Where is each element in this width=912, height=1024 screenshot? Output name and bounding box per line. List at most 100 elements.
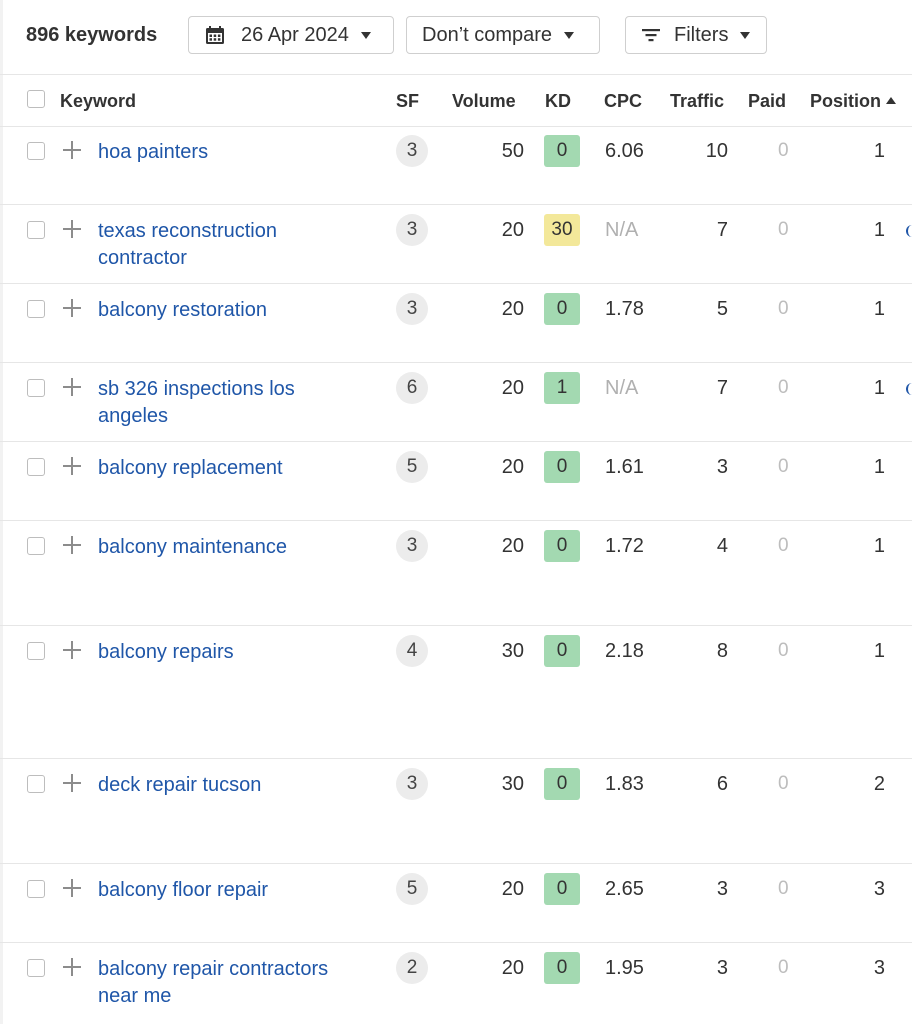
volume-value: 20 — [501, 878, 524, 900]
position-value: 3 — [873, 878, 885, 900]
add-keyword-icon[interactable] — [62, 456, 82, 476]
keyword-link[interactable]: balcony floor repair — [98, 877, 348, 904]
traffic-value[interactable]: 3 — [680, 878, 728, 901]
keyword-link[interactable]: deck repair tucson — [98, 772, 348, 799]
add-keyword-icon[interactable] — [62, 957, 82, 977]
keyword-link[interactable]: balcony maintenance — [98, 534, 348, 561]
calendar-icon — [206, 26, 224, 44]
paid-value: 0 — [778, 878, 789, 899]
keyword-link[interactable]: balcony repairs — [98, 639, 348, 666]
traffic-value[interactable]: 4 — [680, 535, 728, 558]
add-keyword-icon[interactable] — [62, 377, 82, 397]
column-paid[interactable]: Paid — [748, 91, 786, 112]
table-header: Keyword SF Volume KD CPC Traffic Paid Po… — [0, 74, 912, 127]
volume-value: 30 — [501, 640, 524, 662]
table-row: balcony maintenance 3 20 0 1.72 4 0 1 — [0, 521, 912, 626]
column-volume[interactable]: Volume — [452, 91, 516, 112]
sf-badge[interactable]: 3 — [396, 135, 428, 167]
row-checkbox[interactable] — [27, 379, 45, 397]
cpc-value: N/A — [605, 219, 639, 241]
kd-badge: 0 — [544, 135, 580, 167]
traffic-value[interactable]: 7 — [680, 219, 728, 242]
cpc-value: 1.95 — [605, 957, 644, 979]
serp-indicator-icon — [906, 225, 912, 237]
position-value: 1 — [873, 535, 885, 557]
sf-badge[interactable]: 3 — [396, 530, 428, 562]
column-kd[interactable]: KD — [545, 91, 571, 112]
sf-badge[interactable]: 3 — [396, 293, 428, 325]
sort-ascending-icon — [886, 97, 896, 104]
filters-button[interactable]: Filters — [625, 16, 767, 54]
sf-badge[interactable]: 4 — [396, 635, 428, 667]
keyword-link[interactable]: hoa painters — [98, 139, 348, 166]
add-keyword-icon[interactable] — [62, 773, 82, 793]
column-cpc[interactable]: CPC — [604, 91, 642, 112]
sf-badge[interactable]: 2 — [396, 952, 428, 984]
cpc-value: 2.65 — [605, 878, 644, 900]
add-keyword-icon[interactable] — [62, 878, 82, 898]
volume-value: 20 — [501, 377, 524, 399]
paid-value: 0 — [778, 377, 789, 398]
traffic-value[interactable]: 3 — [680, 456, 728, 479]
row-checkbox[interactable] — [27, 221, 45, 239]
sf-badge[interactable]: 5 — [396, 451, 428, 483]
add-keyword-icon[interactable] — [62, 298, 82, 318]
row-checkbox[interactable] — [27, 300, 45, 318]
add-keyword-icon[interactable] — [62, 535, 82, 555]
sf-badge[interactable]: 5 — [396, 873, 428, 905]
row-checkbox[interactable] — [27, 880, 45, 898]
traffic-value[interactable]: 6 — [680, 773, 728, 796]
filters-label: Filters — [674, 23, 729, 46]
kd-badge: 0 — [544, 451, 580, 483]
sf-badge[interactable]: 6 — [396, 372, 428, 404]
position-value: 1 — [873, 456, 885, 478]
table-row: balcony restoration 3 20 0 1.78 5 0 1 — [0, 284, 912, 363]
traffic-value[interactable]: 3 — [680, 957, 728, 980]
row-checkbox[interactable] — [27, 458, 45, 476]
column-position-label: Position — [810, 91, 881, 111]
sf-badge[interactable]: 3 — [396, 214, 428, 246]
table-row: balcony repairs 4 30 0 2.18 8 0 1 — [0, 626, 912, 759]
compare-button[interactable]: Don’t compare — [406, 16, 600, 54]
cpc-value: N/A — [605, 377, 639, 399]
kd-badge: 0 — [544, 768, 580, 800]
traffic-value[interactable]: 5 — [680, 298, 728, 321]
keyword-count: 896 keywords — [26, 24, 158, 46]
volume-value: 20 — [501, 298, 524, 320]
add-keyword-icon[interactable] — [62, 640, 82, 660]
sf-badge[interactable]: 3 — [396, 768, 428, 800]
cpc-value: 2.18 — [605, 640, 644, 662]
traffic-value[interactable]: 8 — [680, 640, 728, 663]
date-picker-button[interactable]: 26 Apr 2024 — [188, 16, 394, 54]
row-checkbox[interactable] — [27, 959, 45, 977]
traffic-value[interactable]: 10 — [680, 140, 728, 163]
add-keyword-icon[interactable] — [62, 219, 82, 239]
keyword-link[interactable]: balcony replacement — [98, 455, 348, 482]
select-all-checkbox[interactable] — [27, 90, 45, 108]
kd-badge: 30 — [544, 214, 580, 246]
keyword-link[interactable]: balcony restoration — [98, 297, 348, 324]
traffic-value[interactable]: 7 — [680, 377, 728, 400]
paid-value: 0 — [778, 957, 789, 978]
column-position[interactable]: Position — [810, 91, 896, 112]
cpc-value: 1.83 — [605, 773, 644, 795]
keyword-link[interactable]: balcony repair contractors near me — [98, 956, 348, 1010]
keyword-link[interactable]: texas reconstruction contractor — [98, 218, 348, 272]
volume-value: 20 — [501, 219, 524, 241]
date-label: 26 Apr 2024 — [241, 23, 349, 46]
position-value: 1 — [873, 219, 885, 241]
position-value: 1 — [873, 640, 885, 662]
row-checkbox[interactable] — [27, 537, 45, 555]
column-sf[interactable]: SF — [396, 91, 419, 112]
table-row: balcony replacement 5 20 0 1.61 3 0 1 — [0, 442, 912, 521]
add-keyword-icon[interactable] — [62, 140, 82, 160]
volume-value: 30 — [501, 773, 524, 795]
row-checkbox[interactable] — [27, 775, 45, 793]
cpc-value: 1.78 — [605, 298, 644, 320]
row-checkbox[interactable] — [27, 642, 45, 660]
kd-badge: 0 — [544, 530, 580, 562]
keyword-link[interactable]: sb 326 inspections los angeles — [98, 376, 348, 430]
column-keyword[interactable]: Keyword — [60, 91, 136, 112]
column-traffic[interactable]: Traffic — [670, 91, 724, 112]
row-checkbox[interactable] — [27, 142, 45, 160]
